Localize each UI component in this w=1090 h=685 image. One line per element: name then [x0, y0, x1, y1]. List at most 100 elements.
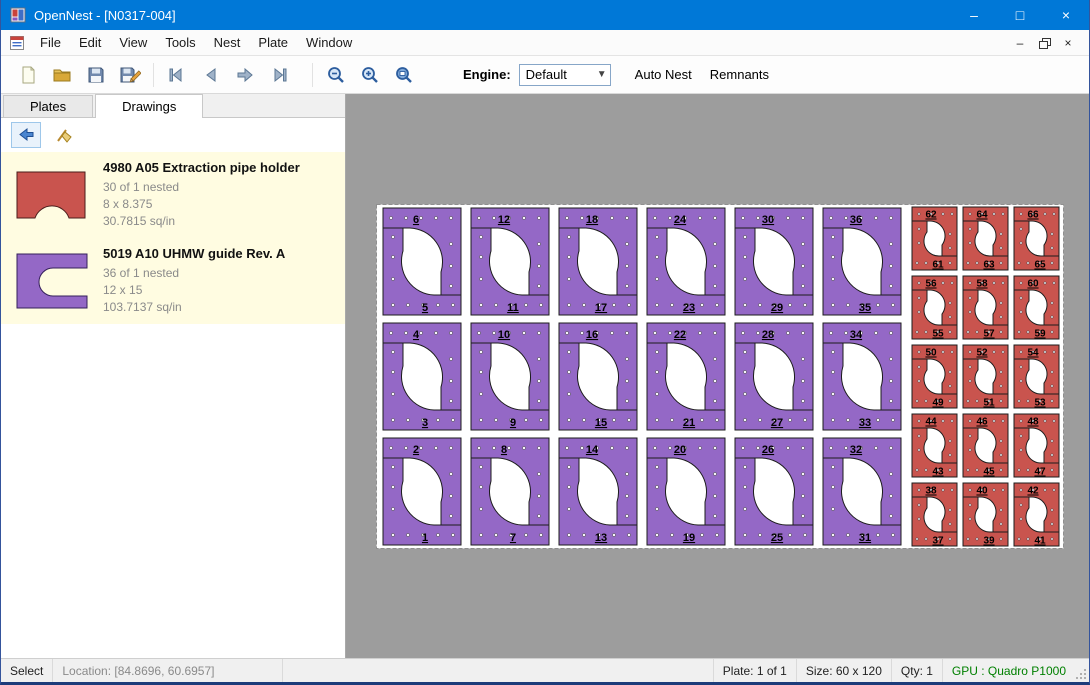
engine-select[interactable]: Default ▼ [519, 64, 611, 86]
svg-text:48: 48 [1027, 417, 1039, 428]
minimize-button[interactable]: – [951, 0, 997, 30]
status-bar: Select Location: [84.8696, 60.6957] Plat… [1, 658, 1089, 682]
status-location: Location: [84.8696, 60.6957] [53, 659, 283, 682]
main-toolbar: Engine: Default ▼ Auto Nest Remnants [1, 56, 1089, 94]
last-arrow-icon [269, 65, 289, 85]
zoom-in-button[interactable] [353, 60, 387, 90]
mdi-restore-button[interactable] [1033, 33, 1055, 53]
svg-text:31: 31 [859, 532, 871, 544]
svg-text:4: 4 [413, 329, 420, 341]
last-plate-button[interactable] [262, 60, 296, 90]
remnants-button[interactable]: Remnants [704, 64, 775, 85]
svg-text:41: 41 [1034, 536, 1046, 547]
menu-tools[interactable]: Tools [156, 30, 204, 55]
svg-text:12: 12 [498, 214, 510, 226]
first-arrow-icon [167, 65, 187, 85]
svg-text:40: 40 [976, 486, 988, 497]
new-file-icon [18, 65, 38, 85]
sidebar: Plates Drawings [1, 94, 346, 658]
svg-text:9: 9 [510, 417, 516, 429]
svg-text:66: 66 [1027, 210, 1039, 221]
engine-label: Engine: [463, 67, 511, 82]
drawing-thumbnail-red [11, 158, 103, 232]
svg-text:27: 27 [771, 417, 783, 429]
menu-file[interactable]: File [31, 30, 70, 55]
svg-text:11: 11 [507, 302, 519, 314]
list-item-drawing-2[interactable]: 5019 A10 UHMW guide Rev. A 36 of 1 neste… [1, 238, 345, 324]
svg-text:47: 47 [1034, 467, 1046, 478]
menu-edit[interactable]: Edit [70, 30, 110, 55]
svg-text:51: 51 [983, 398, 995, 409]
drawing-nested-count: 30 of 1 nested [103, 179, 337, 196]
zoom-out-button[interactable] [319, 60, 353, 90]
svg-text:62: 62 [925, 210, 937, 221]
svg-text:52: 52 [976, 348, 988, 359]
next-plate-button[interactable] [228, 60, 262, 90]
svg-text:19: 19 [683, 532, 695, 544]
svg-text:58: 58 [976, 279, 988, 290]
drawing-title: 5019 A10 UHMW guide Rev. A [103, 246, 337, 261]
next-arrow-icon [235, 65, 255, 85]
open-button[interactable] [45, 60, 79, 90]
save-button[interactable] [79, 60, 113, 90]
svg-text:65: 65 [1034, 260, 1046, 271]
previous-plate-button[interactable] [194, 60, 228, 90]
clear-drawings-button[interactable] [49, 122, 79, 148]
save-as-button[interactable] [113, 60, 147, 90]
menu-view[interactable]: View [110, 30, 156, 55]
svg-text:55: 55 [932, 329, 944, 340]
svg-text:50: 50 [925, 348, 937, 359]
svg-text:39: 39 [983, 536, 995, 547]
status-mode: Select [1, 659, 53, 682]
list-item-drawing-1[interactable]: 4980 A05 Extraction pipe holder 30 of 1 … [1, 152, 345, 238]
svg-text:24: 24 [674, 214, 687, 226]
svg-text:36: 36 [850, 214, 862, 226]
new-button[interactable] [11, 60, 45, 90]
svg-text:22: 22 [674, 329, 686, 341]
svg-text:17: 17 [595, 302, 607, 314]
drawing-thumbnail-purple [11, 244, 103, 318]
svg-text:56: 56 [925, 279, 937, 290]
mdi-restore-icon [1039, 38, 1050, 48]
zoom-out-icon [326, 65, 346, 85]
auto-nest-button[interactable]: Auto Nest [629, 64, 698, 85]
menu-nest[interactable]: Nest [205, 30, 250, 55]
title-bar: OpenNest - [N0317-004] – □ × [1, 0, 1089, 30]
first-plate-button[interactable] [160, 60, 194, 90]
mdi-document-icon[interactable] [9, 35, 25, 51]
svg-text:29: 29 [771, 302, 783, 314]
nest-canvas[interactable]: 6512111817242330293635431091615222128273… [346, 94, 1089, 658]
zoom-fit-icon [394, 65, 414, 85]
zoom-in-icon [360, 65, 380, 85]
engine-value: Default [520, 67, 594, 82]
svg-text:20: 20 [674, 444, 686, 456]
status-size: Size: 60 x 120 [796, 659, 891, 682]
svg-text:61: 61 [932, 260, 944, 271]
resize-grip[interactable] [1075, 659, 1089, 682]
drawing-title: 4980 A05 Extraction pipe holder [103, 160, 337, 175]
svg-text:64: 64 [976, 210, 988, 221]
tab-plates[interactable]: Plates [3, 95, 93, 117]
menu-bar: File Edit View Tools Nest Plate Window –… [1, 30, 1089, 56]
mdi-close-button[interactable]: × [1057, 33, 1079, 53]
svg-text:7: 7 [510, 532, 516, 544]
return-parts-button[interactable] [11, 122, 41, 148]
zoom-fit-button[interactable] [387, 60, 421, 90]
mdi-minimize-button[interactable]: – [1009, 33, 1031, 53]
menu-window[interactable]: Window [297, 30, 361, 55]
app-icon [10, 7, 26, 23]
svg-text:42: 42 [1027, 486, 1039, 497]
status-qty: Qty: 1 [891, 659, 942, 682]
status-plate: Plate: 1 of 1 [713, 659, 796, 682]
maximize-button[interactable]: □ [997, 0, 1043, 30]
nest-plate-svg[interactable]: 6512111817242330293635431091615222128273… [376, 204, 1064, 549]
drawing-size: 8 x 8.375 [103, 196, 337, 213]
plate: 6512111817242330293635431091615222128273… [376, 204, 1064, 554]
drawing-area: 30.7815 sq/in [103, 213, 337, 230]
svg-text:26: 26 [762, 444, 774, 456]
tab-drawings[interactable]: Drawings [95, 94, 203, 118]
menu-plate[interactable]: Plate [249, 30, 297, 55]
blue-back-arrow-icon [17, 126, 35, 144]
svg-text:35: 35 [859, 302, 871, 314]
close-button[interactable]: × [1043, 0, 1089, 30]
